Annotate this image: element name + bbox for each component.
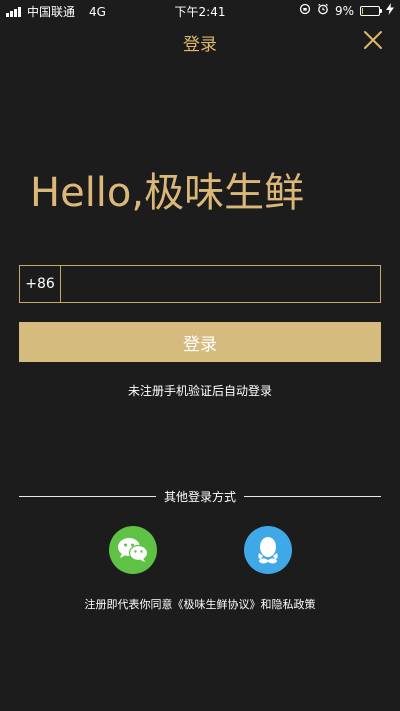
wechat-login-button[interactable] (109, 526, 157, 574)
other-login-label: 其他登录方式 (164, 489, 237, 504)
login-button[interactable]: 登录 (19, 322, 381, 362)
phone-number-input[interactable] (61, 266, 380, 302)
other-login-divider: 其他登录方式 (19, 488, 382, 504)
status-bar: 中国联通 4G 下午2:41 9% (0, 0, 400, 20)
agreement-text[interactable]: 注册即代表你同意《极味生鲜协议》和隐私政策 (0, 596, 400, 612)
battery-icon (360, 5, 382, 16)
page-title: 登录 (183, 35, 217, 55)
divider-line-right (244, 495, 382, 497)
battery-percent: 9% (334, 3, 354, 18)
close-icon (364, 31, 382, 49)
close-button[interactable] (360, 27, 386, 53)
wechat-icon (118, 538, 149, 562)
alarm-icon (317, 3, 329, 18)
qq-icon (258, 537, 278, 564)
battery-level (362, 7, 363, 14)
login-screen: 中国联通 4G 下午2:41 9% 登录 Hello,极味生鲜 +86 登录 未… (0, 0, 400, 711)
phone-input-group: +86 (19, 265, 381, 303)
qq-login-button[interactable] (244, 526, 292, 574)
hero-greeting: Hello,极味生鲜 (30, 170, 305, 216)
country-code-selector[interactable]: +86 (20, 266, 61, 302)
charging-icon (386, 3, 394, 18)
auto-login-hint: 未注册手机验证后自动登录 (127, 384, 272, 398)
divider-line-left (19, 495, 156, 497)
lock-rotation-icon (299, 3, 311, 18)
status-right: 9% (299, 3, 394, 18)
